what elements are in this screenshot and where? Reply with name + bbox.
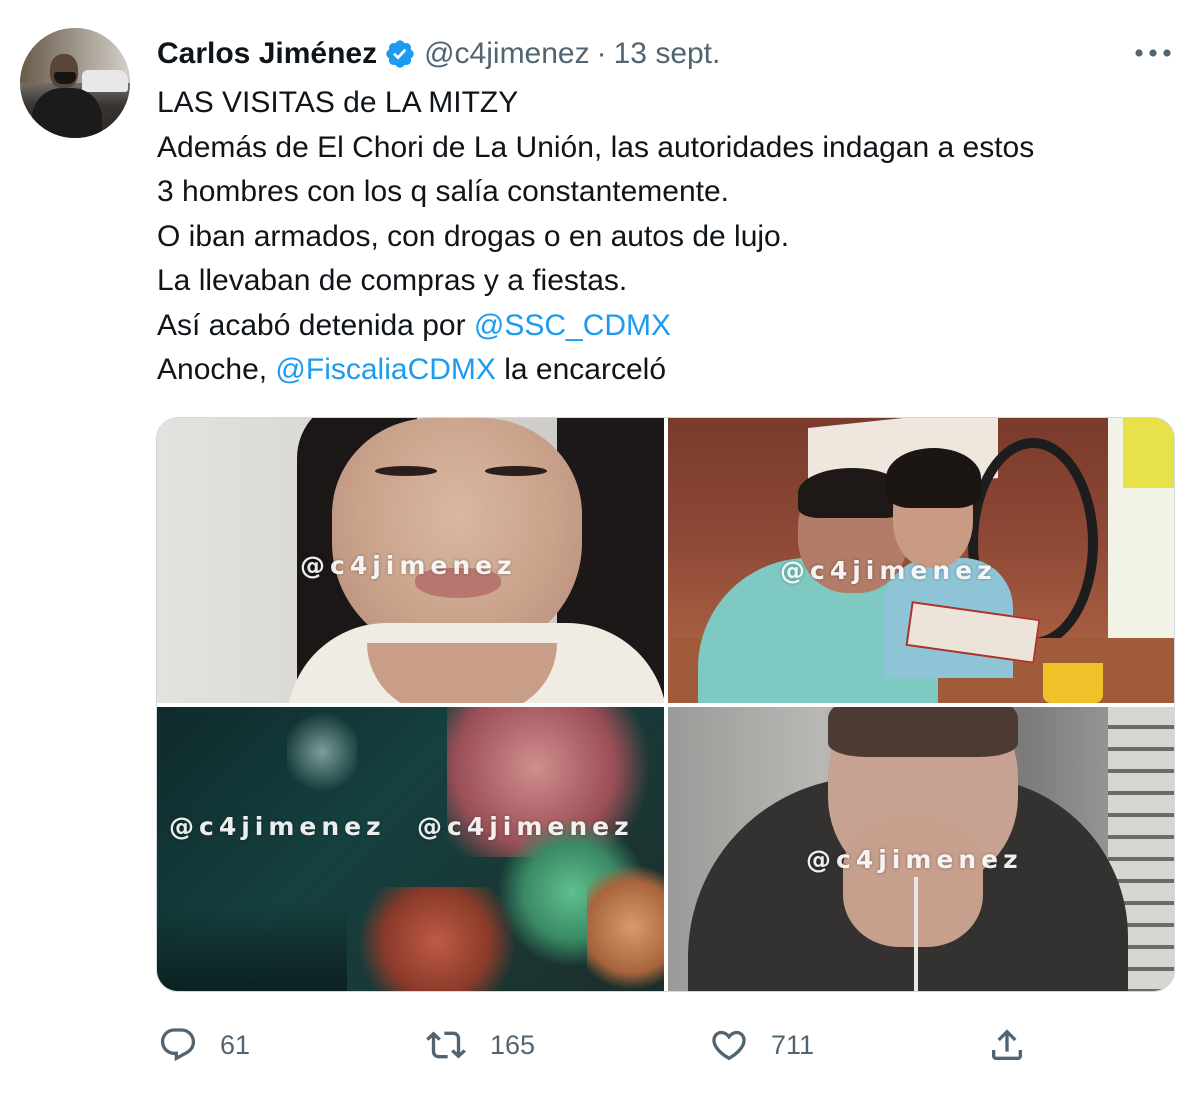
verified-badge-icon xyxy=(384,38,416,70)
tweet-header: Carlos Jiménez @c4jimenez · 13 sept. xyxy=(157,36,720,72)
photo-watermark: @c4jimenez xyxy=(806,845,1023,874)
retweet-icon xyxy=(424,1025,468,1065)
share-icon xyxy=(987,1025,1027,1065)
tweet-line: LAS VISITAS de LA MITZY xyxy=(157,86,519,119)
photo-watermark: @c4jimenez xyxy=(780,556,997,585)
photo-3[interactable]: @c4jimenez @c4jimenez xyxy=(157,707,664,991)
header-separator: · xyxy=(596,37,607,70)
retweet-count: 165 xyxy=(490,1029,536,1060)
tweet-actions: 61 165 711 xyxy=(0,1020,1200,1070)
like-count: 711 xyxy=(771,1029,815,1060)
like-button[interactable]: 711 xyxy=(709,1020,814,1070)
mention-link-fiscalia-cdmx[interactable]: @FiscaliaCDMX xyxy=(275,353,495,386)
line-text: Así acabó detenida por xyxy=(157,308,474,342)
reply-icon xyxy=(158,1025,198,1065)
tweet-line: Además de El Chori de La Unión, las auto… xyxy=(157,130,1035,164)
mention-link-ssc-cdmx[interactable]: @SSC_CDMX xyxy=(474,309,671,342)
photo-watermark: @c4jimenez xyxy=(300,551,517,580)
photo-1[interactable]: @c4jimenez xyxy=(157,418,664,703)
tweet-line: Así acabó detenida por @SSC_CDMX xyxy=(157,304,1187,349)
more-options-icon[interactable] xyxy=(1133,40,1173,66)
photo-watermark: @c4jimenez xyxy=(417,812,634,841)
author-display-name[interactable]: Carlos Jiménez xyxy=(157,37,377,71)
reply-count: 61 xyxy=(220,1029,251,1060)
reply-button[interactable]: 61 xyxy=(158,1020,250,1070)
photo-4[interactable]: @c4jimenez xyxy=(668,707,1174,991)
tweet-date[interactable]: 13 sept. xyxy=(614,37,721,71)
tweet-card: Carlos Jiménez @c4jimenez · 13 sept. LAS… xyxy=(0,0,1200,1098)
avatar[interactable] xyxy=(20,28,130,138)
author-handle[interactable]: @c4jimenez xyxy=(424,37,590,71)
like-icon xyxy=(709,1025,749,1065)
share-button[interactable] xyxy=(987,1020,1027,1070)
media-grid: @c4jimenez @c4jimenez @c4jimenez @c4jime… xyxy=(156,417,1175,992)
photo-watermark: @c4jimenez xyxy=(169,812,386,841)
tweet-line: La llevaban de compras y a fiestas. xyxy=(157,264,628,297)
retweet-button[interactable]: 165 xyxy=(424,1020,535,1070)
tweet-line: 3 hombres con los q salía constantemente… xyxy=(157,175,729,208)
tweet-text: LAS VISITAS de LA MITZY Además de El Cho… xyxy=(157,81,1187,393)
tweet-line: Anoche, @FiscaliaCDMX la encarceló xyxy=(157,348,1187,393)
tweet-line: O iban armados, con drogas o en autos de… xyxy=(157,219,790,253)
photo-2[interactable]: @c4jimenez xyxy=(668,418,1174,703)
line-text: la encarceló xyxy=(495,353,667,386)
line-text: Anoche, xyxy=(157,353,276,386)
